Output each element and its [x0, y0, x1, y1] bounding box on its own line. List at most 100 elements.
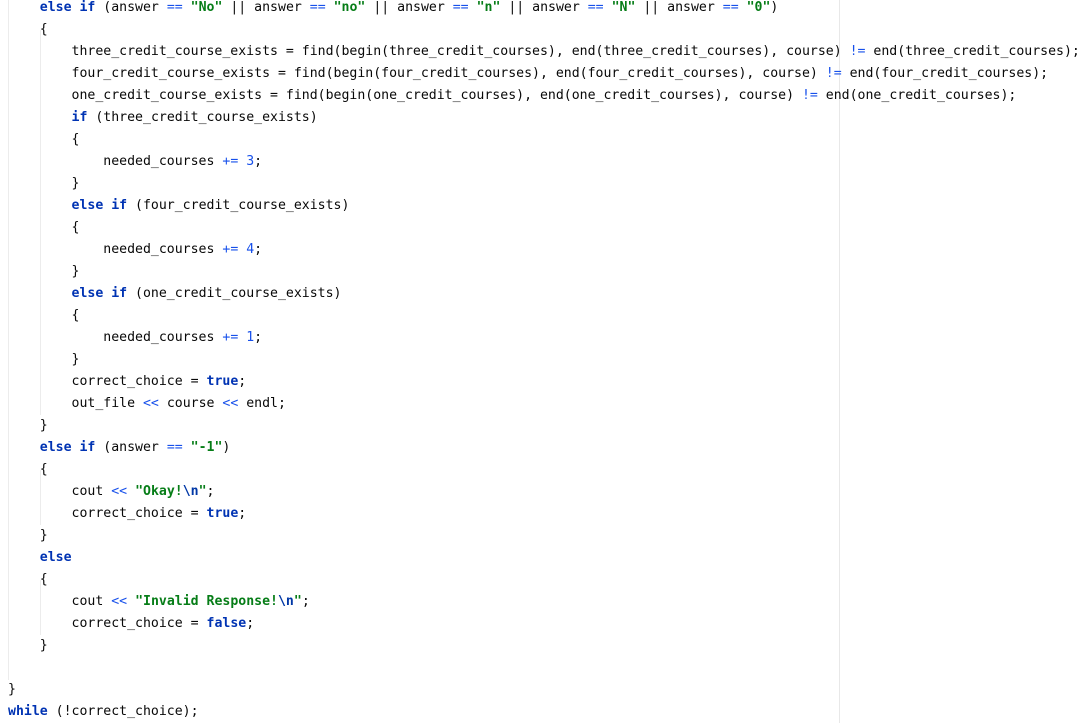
string-token: "no"	[333, 0, 366, 15]
keyword-token: else if	[39, 0, 96, 15]
code-line[interactable]: needed_courses += 4;	[8, 239, 1080, 261]
code-line[interactable]: needed_courses += 3;	[8, 151, 1080, 173]
keyword-token: while	[8, 704, 48, 719]
code-line[interactable]: cout << "Okay!\n";	[8, 481, 1080, 503]
code-line[interactable]: four_credit_course_exists = find(begin(f…	[8, 63, 1080, 85]
code-text: {	[8, 220, 80, 235]
keyword-token: if	[71, 110, 88, 125]
operator-token: ==	[309, 0, 326, 15]
code-line[interactable]: }	[8, 525, 1080, 547]
escape-token: \n	[277, 594, 294, 609]
code-text: {	[8, 462, 48, 477]
code-text: four_credit_course_exists = find(begin(f…	[8, 66, 826, 81]
code-text: needed_courses	[8, 242, 223, 257]
operator-token: ==	[452, 0, 469, 15]
code-line[interactable]: while (!correct_choice);	[8, 701, 1080, 723]
operator-token: +=	[222, 154, 239, 169]
code-line[interactable]: correct_choice = false;	[8, 613, 1080, 635]
code-text: course	[158, 396, 223, 411]
code-line[interactable]: }	[8, 415, 1080, 437]
code-line[interactable]: {	[8, 305, 1080, 327]
code-line[interactable]: {	[8, 217, 1080, 239]
code-line[interactable]: else if (answer == "-1")	[8, 437, 1080, 459]
code-text: }	[8, 176, 80, 191]
code-line[interactable]: }	[8, 173, 1080, 195]
code-line[interactable]: {	[8, 19, 1080, 41]
code-line[interactable]: }	[8, 349, 1080, 371]
code-line[interactable]: else	[8, 547, 1080, 569]
operator-token: <<	[111, 484, 128, 499]
code-line[interactable]: }	[8, 261, 1080, 283]
code-text: )	[222, 440, 231, 455]
operator-token: <<	[222, 396, 239, 411]
operator-token: !=	[849, 44, 866, 59]
code-text: (!correct_choice);	[47, 704, 199, 719]
code-line[interactable]: else if (four_credit_course_exists)	[8, 195, 1080, 217]
number-token: 3	[246, 154, 255, 169]
operator-token: ==	[587, 0, 604, 15]
code-line[interactable]: }	[8, 679, 1080, 701]
keyword-token: else if	[39, 440, 96, 455]
string-token: "N"	[611, 0, 636, 15]
code-editor[interactable]: else if (answer == "No" || answer == "no…	[0, 0, 1092, 723]
code-text: three_credit_course_exists = find(begin(…	[8, 44, 850, 59]
escape-token: \n	[182, 484, 199, 499]
code-text: ;	[254, 242, 263, 257]
code-line[interactable]: correct_choice = true;	[8, 503, 1080, 525]
code-line[interactable]: out_file << course << endl;	[8, 393, 1080, 415]
code-text: {	[8, 572, 48, 587]
operator-token: ==	[166, 440, 183, 455]
code-line[interactable]: one_credit_course_exists = find(begin(on…	[8, 85, 1080, 107]
code-text: }	[8, 418, 48, 433]
string-token: "Invalid Response!	[135, 594, 278, 609]
code-text: ;	[246, 616, 255, 631]
operator-token: !=	[801, 88, 818, 103]
string-token: "-1"	[190, 440, 223, 455]
code-line[interactable]: else if (answer == "No" || answer == "no…	[8, 0, 1080, 19]
code-text: ;	[238, 506, 247, 521]
code-text: }	[8, 638, 48, 653]
code-line[interactable]: }	[8, 635, 1080, 657]
code-text: (four_credit_course_exists)	[127, 198, 350, 213]
code-text: cout	[8, 484, 112, 499]
code-text: {	[8, 308, 80, 323]
code-text: || answer	[365, 0, 453, 15]
code-text: || answer	[635, 0, 723, 15]
code-line[interactable]: {	[8, 569, 1080, 591]
operator-token: ==	[166, 0, 183, 15]
keyword-token: false	[206, 616, 247, 631]
operator-token: ==	[722, 0, 739, 15]
code-line[interactable]: else if (one_credit_course_exists)	[8, 283, 1080, 305]
code-line[interactable]: {	[8, 129, 1080, 151]
code-content[interactable]: else if (answer == "No" || answer == "no…	[8, 0, 1080, 723]
code-text: end(one_credit_courses);	[817, 88, 1017, 103]
code-line[interactable]: {	[8, 459, 1080, 481]
code-line[interactable]: cout << "Invalid Response!\n";	[8, 591, 1080, 613]
code-text: (answer	[95, 440, 167, 455]
code-line[interactable]: correct_choice = true;	[8, 371, 1080, 393]
string-token: "Okay!	[135, 484, 183, 499]
keyword-token: true	[206, 374, 239, 389]
code-text: || answer	[222, 0, 310, 15]
code-text: ;	[254, 154, 263, 169]
code-line[interactable]: if (three_credit_course_exists)	[8, 107, 1080, 129]
code-text: correct_choice =	[8, 374, 207, 389]
code-line[interactable]: needed_courses += 1;	[8, 327, 1080, 349]
code-text: (three_credit_course_exists)	[87, 110, 318, 125]
keyword-token: else	[39, 550, 72, 565]
code-text: correct_choice =	[8, 506, 207, 521]
code-line[interactable]	[8, 657, 1080, 679]
code-line[interactable]: three_credit_course_exists = find(begin(…	[8, 41, 1080, 63]
code-text: ;	[238, 374, 247, 389]
string-token: "n"	[476, 0, 501, 15]
